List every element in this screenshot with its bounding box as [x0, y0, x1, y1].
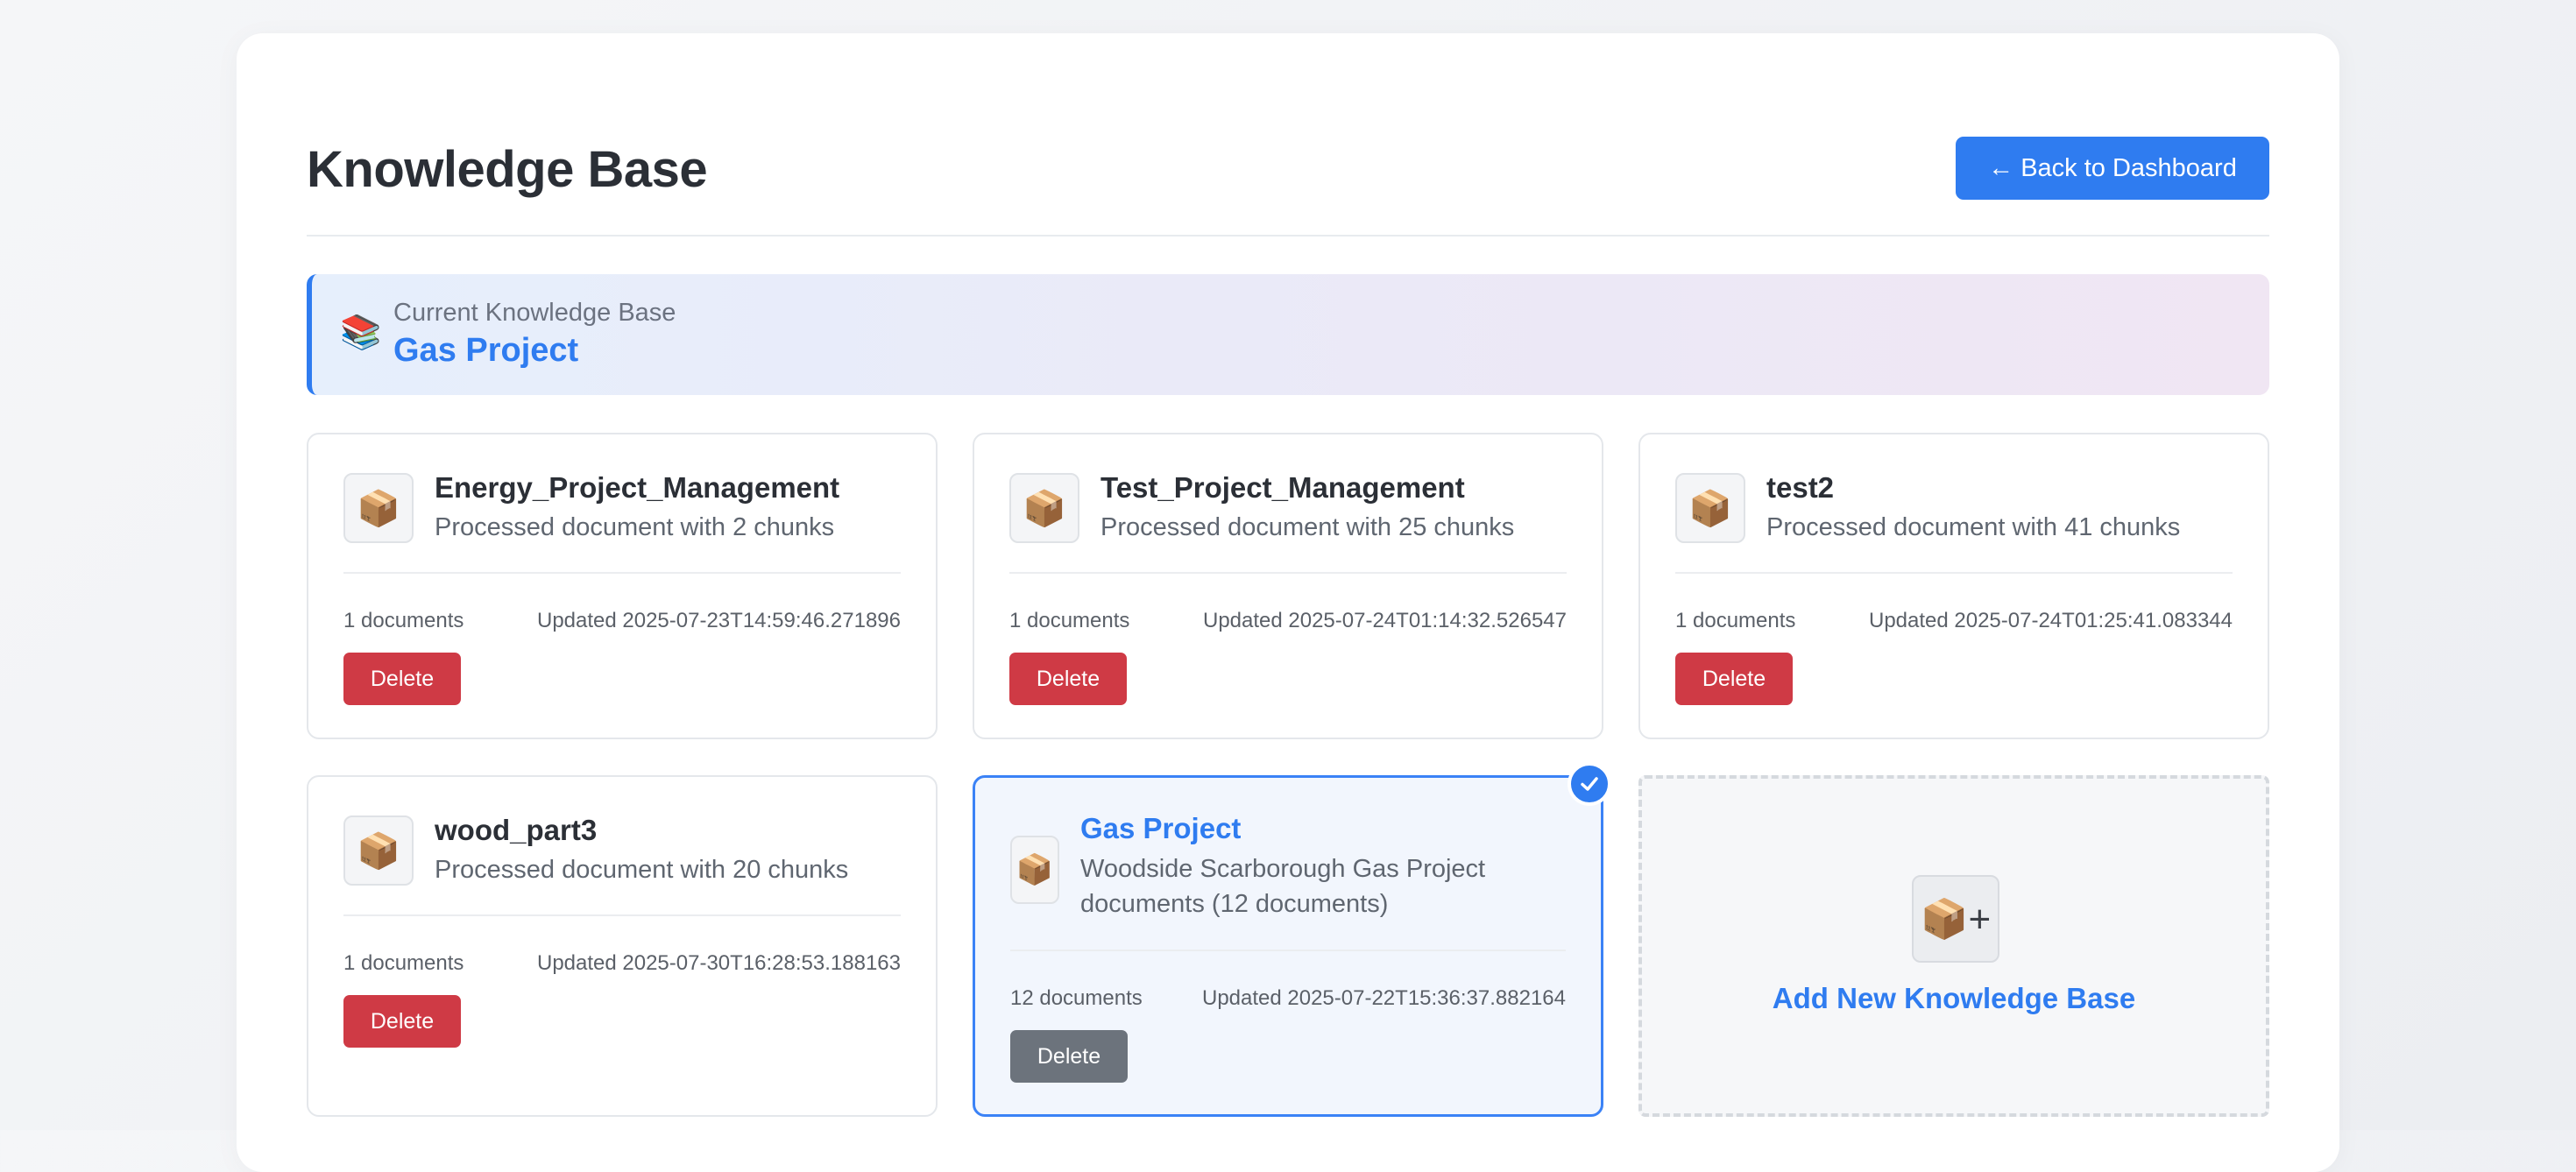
- kb-card-description: Processed document with 20 chunks: [435, 856, 849, 884]
- page-header: Knowledge Base ← Back to Dashboard: [307, 103, 2269, 237]
- page-title: Knowledge Base: [307, 141, 708, 198]
- package-icon: 📦: [1009, 473, 1079, 543]
- kb-card-description: Processed document with 2 chunks: [435, 513, 835, 541]
- kb-card-updated: Updated 2025-07-24T01:25:41.083344: [1868, 609, 2233, 632]
- add-new-knowledge-base-card[interactable]: 📦+ Add New Knowledge Base: [1638, 775, 2269, 1117]
- kb-card-divider: [343, 914, 901, 916]
- kb-card-description: Processed document with 41 chunks: [1766, 513, 2181, 541]
- kb-card-updated: Updated 2025-07-24T01:14:32.526547: [1202, 609, 1567, 632]
- kb-card-divider: [1010, 950, 1566, 951]
- kb-card-divider: [1675, 572, 2233, 574]
- kb-card-updated: Updated 2025-07-30T16:28:53.188163: [536, 951, 901, 975]
- current-kb-name: Gas Project: [393, 332, 579, 369]
- kb-card-updated: Updated 2025-07-22T15:36:37.882164: [1201, 986, 1566, 1010]
- package-icon: 📦: [1010, 836, 1059, 904]
- kb-card-divider: [1009, 572, 1567, 574]
- delete-button[interactable]: Delete: [343, 995, 461, 1048]
- kb-card-name: wood_part3: [435, 814, 598, 846]
- kb-card-name: Test_Project_Management: [1100, 471, 1465, 504]
- current-knowledge-base-banner: 📚 Current Knowledge Base Gas Project: [307, 274, 2269, 395]
- kb-card-divider: [343, 572, 901, 574]
- package-icon: 📦: [343, 815, 414, 886]
- delete-button[interactable]: Delete: [1010, 1030, 1128, 1083]
- package-plus-icon: 📦+: [1912, 875, 1999, 963]
- kb-card-document-count: 1 documents: [343, 951, 464, 975]
- kb-card-document-count: 1 documents: [343, 609, 464, 632]
- kb-card-name: Gas Project: [1080, 812, 1242, 844]
- kb-card-description: Processed document with 25 chunks: [1100, 513, 1515, 541]
- delete-button[interactable]: Delete: [1009, 653, 1127, 705]
- kb-card-updated: Updated 2025-07-23T14:59:46.271896: [536, 609, 901, 632]
- kb-card-description: Woodside Scarborough Gas Project documen…: [1080, 855, 1486, 918]
- kb-card[interactable]: 📦 wood_part3 Processed document with 20 …: [307, 775, 938, 1117]
- package-icon: 📦: [343, 473, 414, 543]
- kb-card[interactable]: 📦 Test_Project_Management Processed docu…: [973, 433, 1603, 739]
- kb-card[interactable]: 📦 test2 Processed document with 41 chunk…: [1638, 433, 2269, 739]
- back-to-dashboard-button[interactable]: ← Back to Dashboard: [1956, 137, 2269, 200]
- kb-card-document-count: 1 documents: [1675, 609, 1796, 632]
- knowledge-base-panel: Knowledge Base ← Back to Dashboard 📚 Cur…: [237, 33, 2339, 1172]
- kb-card[interactable]: 📦 Energy_Project_Management Processed do…: [307, 433, 938, 739]
- add-new-knowledge-base-label: Add New Knowledge Base: [1772, 982, 2136, 1014]
- kb-card-document-count: 12 documents: [1010, 986, 1143, 1010]
- kb-card-name: Energy_Project_Management: [435, 471, 840, 504]
- delete-button[interactable]: Delete: [343, 653, 461, 705]
- current-kb-label: Current Knowledge Base: [393, 299, 676, 327]
- kb-card-document-count: 1 documents: [1009, 609, 1130, 632]
- package-icon: 📦: [1675, 473, 1745, 543]
- kb-card-active[interactable]: 📦 Gas Project Woodside Scarborough Gas P…: [973, 762, 1611, 1117]
- books-icon: 📚: [340, 314, 382, 351]
- kb-card-name: test2: [1766, 471, 1835, 504]
- delete-button[interactable]: Delete: [1675, 653, 1793, 705]
- checkmark-icon: [1568, 762, 1611, 806]
